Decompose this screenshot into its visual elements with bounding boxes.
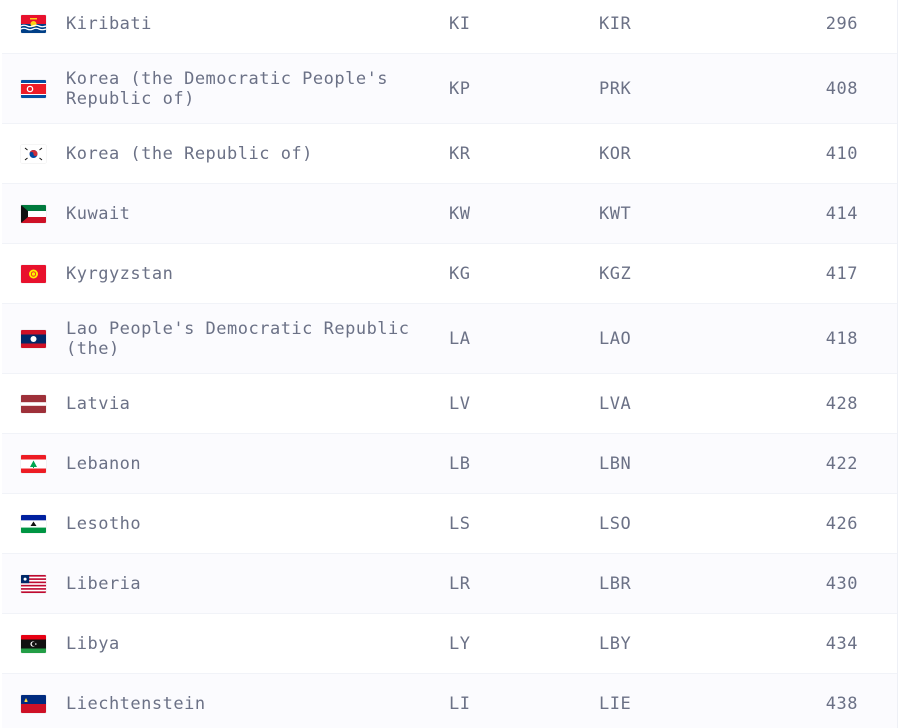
alpha2-code: LB (449, 453, 471, 474)
flag-kuwait-icon (21, 204, 46, 223)
country-codes-table: Kiribati KI KIR 296 Korea (the Democrati… (2, 0, 898, 728)
flag-kiribati-icon (21, 14, 46, 33)
alpha3-code: LSO (599, 513, 632, 534)
alpha2-code: LR (449, 573, 471, 594)
alpha3-code: LBR (599, 573, 632, 594)
country-name: Liberia (66, 573, 142, 594)
alpha2-code: LV (449, 393, 471, 414)
numeric-code: 434 (825, 633, 858, 654)
country-name: Latvia (66, 393, 131, 414)
table-row: Kyrgyzstan KG KGZ 417 (2, 244, 897, 304)
flag-liechtenstein-icon (21, 694, 46, 713)
table-row: Kiribati KI KIR 296 (2, 0, 897, 54)
country-name: Lao People's Democratic Republic (the) (66, 318, 410, 359)
alpha3-code: LVA (599, 393, 632, 414)
alpha2-code: LI (449, 693, 471, 714)
flag-liberia-icon (21, 574, 46, 593)
alpha3-code: KOR (599, 143, 632, 164)
numeric-code: 438 (825, 693, 858, 714)
numeric-code: 414 (825, 203, 858, 224)
country-name: Kiribati (66, 13, 152, 34)
numeric-code: 426 (825, 513, 858, 534)
alpha2-code: KG (449, 263, 471, 284)
numeric-code: 417 (825, 263, 858, 284)
country-name: Kyrgyzstan (66, 263, 174, 284)
country-name: Kuwait (66, 203, 131, 224)
country-name: Libya (66, 633, 120, 654)
table-row: Liechtenstein LI LIE 438 (2, 674, 897, 728)
table-row: Kuwait KW KWT 414 (2, 184, 897, 244)
table-row: Korea (the Republic of) KR KOR 410 (2, 124, 897, 184)
flag-south-korea-icon (21, 144, 46, 163)
alpha3-code: LAO (599, 328, 632, 349)
numeric-code: 422 (825, 453, 858, 474)
country-name: Korea (the Republic of) (66, 143, 313, 164)
alpha3-code: LBY (599, 633, 632, 654)
alpha3-code: LIE (599, 693, 632, 714)
flag-latvia-icon (21, 394, 46, 413)
table-row: Libya LY LBY 434 (2, 614, 897, 674)
alpha3-code: LBN (599, 453, 632, 474)
numeric-code: 296 (825, 13, 858, 34)
alpha2-code: LA (449, 328, 471, 349)
alpha3-code: KIR (599, 13, 632, 34)
alpha3-code: KWT (599, 203, 632, 224)
alpha2-code: KR (449, 143, 471, 164)
numeric-code: 418 (825, 328, 858, 349)
alpha2-code: KI (449, 13, 471, 34)
alpha2-code: KP (449, 78, 471, 99)
alpha3-code: PRK (599, 78, 632, 99)
flag-kyrgyzstan-icon (21, 264, 46, 283)
country-name: Liechtenstein (66, 693, 206, 714)
numeric-code: 410 (825, 143, 858, 164)
table-row: Lebanon LB LBN 422 (2, 434, 897, 494)
flag-libya-icon (21, 634, 46, 653)
table-row: Latvia LV LVA 428 (2, 374, 897, 434)
numeric-code: 408 (825, 78, 858, 99)
flag-lesotho-icon (21, 514, 46, 533)
table-row: Korea (the Democratic People's Republic … (2, 54, 897, 124)
flag-laos-icon (21, 329, 46, 348)
table-row: Lesotho LS LSO 426 (2, 494, 897, 554)
alpha3-code: KGZ (599, 263, 632, 284)
table-row: Lao People's Democratic Republic (the) L… (2, 304, 897, 374)
country-name: Korea (the Democratic People's Republic … (66, 68, 389, 109)
flag-lebanon-icon (21, 454, 46, 473)
table-row: Liberia LR LBR 430 (2, 554, 897, 614)
alpha2-code: KW (449, 203, 471, 224)
flag-north-korea-icon (21, 79, 46, 98)
numeric-code: 428 (825, 393, 858, 414)
country-name: Lesotho (66, 513, 142, 534)
numeric-code: 430 (825, 573, 858, 594)
country-name: Lebanon (66, 453, 142, 474)
alpha2-code: LY (449, 633, 471, 654)
alpha2-code: LS (449, 513, 471, 534)
